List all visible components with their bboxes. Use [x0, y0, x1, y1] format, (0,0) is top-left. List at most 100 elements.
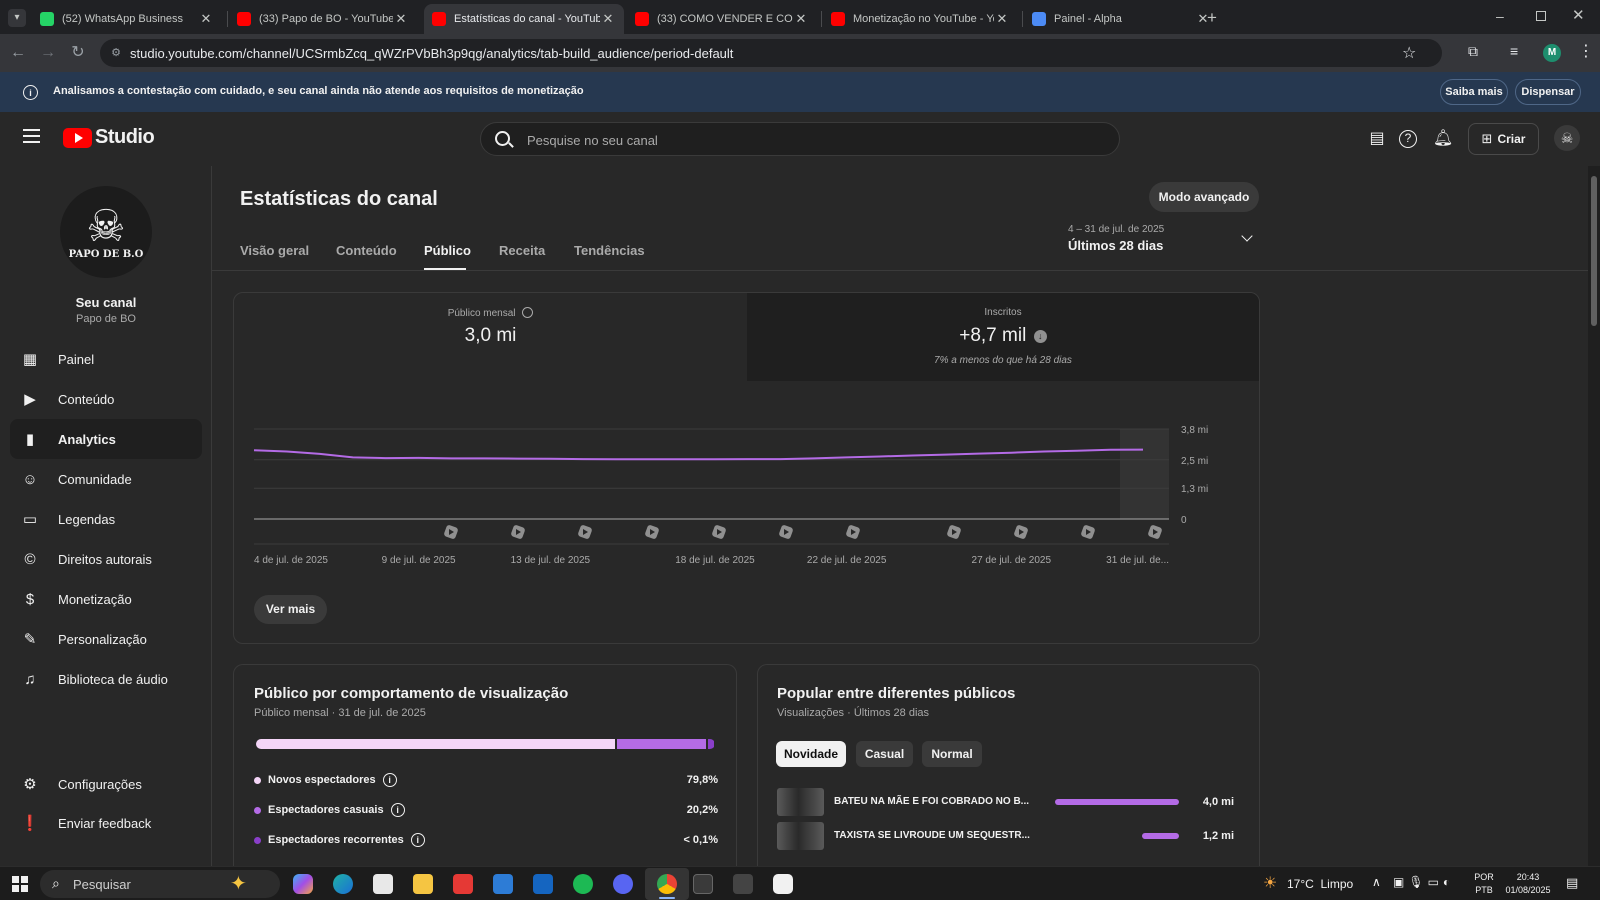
browser-tab-2[interactable]: Estatísticas do canal - YouTube ✕ [424, 4, 624, 34]
tab-close-icon[interactable]: ✕ [393, 11, 409, 27]
data-point[interactable] [581, 457, 586, 462]
metric-subscribers[interactable]: Inscritos +8,7 mil ↓ 7% a menos do que h… [747, 293, 1259, 381]
data-point[interactable] [877, 454, 882, 459]
video-upload-marker-icon[interactable] [711, 524, 726, 539]
data-point[interactable] [712, 457, 717, 462]
data-point[interactable] [548, 456, 553, 461]
learn-more-button[interactable]: Saiba mais [1440, 79, 1508, 105]
video-upload-marker-icon[interactable] [845, 524, 860, 539]
video-upload-marker-icon[interactable] [443, 524, 458, 539]
weather-text[interactable]: 17°C Limpo [1287, 877, 1353, 891]
tab-search-icon[interactable]: ▾ [8, 9, 26, 27]
edge-icon[interactable] [333, 874, 353, 894]
data-point[interactable] [416, 455, 421, 460]
taskbar-search-box[interactable]: ⌕ Pesquisar ✦ [40, 870, 280, 898]
browser-tab-4[interactable]: Monetização no YouTube - You ✕ [823, 4, 1018, 34]
browser-tab-0[interactable]: (52) WhatsApp Business ✕ [32, 4, 222, 34]
sidebar-item-subtitles[interactable]: ▭ Legendas [10, 499, 202, 539]
language-indicator[interactable]: POR PTB [1472, 871, 1496, 897]
info-icon[interactable]: i [410, 833, 425, 847]
studio-logo[interactable]: Studio [63, 126, 155, 149]
copilot-icon[interactable] [293, 874, 313, 894]
browser-menu-icon[interactable]: ⋮ [1578, 41, 1594, 61]
behavior-bar-segment[interactable] [705, 739, 715, 749]
bookmark-star-icon[interactable]: ☆ [1402, 43, 1416, 63]
clock[interactable]: 20:43 01/08/2025 [1500, 871, 1556, 897]
account-avatar[interactable]: ☠ [1554, 125, 1580, 151]
channel-search-input[interactable]: Pesquise no seu canal [480, 122, 1120, 156]
store-icon[interactable] [493, 874, 513, 894]
data-point[interactable] [778, 457, 783, 462]
data-point[interactable] [976, 451, 981, 456]
new-tab-icon[interactable]: + [1202, 8, 1222, 28]
audience-chip-1[interactable]: Casual [856, 741, 913, 767]
sidebar-item-community[interactable]: ☺ Comunidade [10, 459, 202, 499]
sidebar-item-analytics[interactable]: ▮ Analytics [10, 419, 202, 459]
channel-avatar[interactable]: ☠ PAPO DE B.O [60, 186, 152, 278]
video-upload-marker-icon[interactable] [778, 524, 793, 539]
data-point[interactable] [943, 452, 948, 457]
data-point[interactable] [811, 456, 816, 461]
audience-line-chart[interactable]: 3,8 mi 2,5 mi 1,3 mi 0 4 de jul. de 2025 9 de… [240, 410, 1220, 575]
tab-2[interactable]: Público [424, 243, 471, 258]
video-upload-marker-icon[interactable] [1013, 524, 1028, 539]
browser-tab-5[interactable]: Painel - Alpha ✕ [1024, 4, 1219, 34]
red-app-icon[interactable] [453, 874, 473, 894]
behavior-bar-segment[interactable] [256, 739, 615, 749]
data-point[interactable] [1009, 450, 1014, 455]
discord-icon[interactable] [613, 874, 633, 894]
capcut-icon[interactable] [773, 874, 793, 894]
video-upload-marker-icon[interactable] [1147, 524, 1162, 539]
sidebar-item-audio-library[interactable]: ♫ Biblioteca de áudio [10, 659, 202, 699]
tab-close-icon[interactable]: ✕ [793, 11, 809, 27]
weather-icon[interactable]: ☀ [1263, 873, 1277, 893]
behavior-bar-segment[interactable] [614, 739, 706, 749]
behavior-stacked-bar[interactable] [256, 739, 715, 749]
sidebar-item-monetization[interactable]: $ Monetização [10, 579, 202, 619]
extensions-icon[interactable]: ⧉ [1468, 43, 1486, 61]
data-point[interactable] [317, 451, 322, 456]
audience-chip-2[interactable]: Normal [922, 741, 982, 767]
tab-close-icon[interactable]: ✕ [600, 11, 616, 27]
video-upload-marker-icon[interactable] [577, 524, 592, 539]
data-point[interactable] [745, 457, 750, 462]
scrollbar-thumb[interactable] [1591, 176, 1597, 326]
video-upload-marker-icon[interactable] [946, 524, 961, 539]
advanced-mode-button[interactable]: Modo avançado [1149, 182, 1259, 212]
period-selector[interactable]: 4 – 31 de jul. de 2025 Últimos 28 dias [1068, 224, 1260, 256]
browser-tab-1[interactable]: (33) Papo de BO - YouTube ✕ [229, 4, 417, 34]
file-explorer-icon[interactable] [413, 874, 433, 894]
app-icon[interactable] [373, 874, 393, 894]
dismiss-button[interactable]: Dispensar [1515, 79, 1581, 105]
address-bar[interactable]: ⚙ studio.youtube.com/channel/UCSrmbZcq_q… [100, 39, 1442, 67]
data-point[interactable] [1042, 449, 1047, 454]
tray-icons[interactable]: ▣🎙︎▭◐ [1393, 875, 1454, 889]
browser-tab-3[interactable]: (33) COMO VENDER E COMPRAR✕ [627, 4, 817, 34]
media-controls-icon[interactable]: ≡ [1510, 43, 1528, 61]
forward-icon[interactable]: → [38, 43, 58, 63]
data-point[interactable] [449, 456, 454, 461]
create-button[interactable]: ⊞ Criar [1468, 123, 1539, 155]
popular-video-row[interactable]: BATEU NA MÃE E FOI COBRADO NO B... 4,0 mi [777, 788, 1234, 816]
messages-icon[interactable]: ▤ [1366, 128, 1388, 150]
site-info-icon[interactable]: ⚙ [109, 46, 123, 60]
data-point[interactable] [350, 455, 355, 460]
video-upload-marker-icon[interactable] [510, 524, 525, 539]
tab-3[interactable]: Receita [499, 243, 545, 258]
sidebar-item-content[interactable]: ▶ Conteúdo [10, 379, 202, 419]
help-icon[interactable]: ? [1399, 130, 1417, 148]
profile-avatar[interactable]: M [1543, 44, 1561, 62]
sidebar-item-dashboard[interactable]: ▦ Painel [10, 339, 202, 379]
tray-chevron-up-icon[interactable]: ∧ [1372, 875, 1381, 889]
outlook-icon[interactable] [533, 874, 553, 894]
data-point[interactable] [910, 453, 915, 458]
video-upload-marker-icon[interactable] [644, 524, 659, 539]
close-window-icon[interactable]: ✕ [1572, 6, 1585, 24]
audience-chip-0[interactable]: Novidade [776, 741, 846, 767]
sidebar-item-feedback[interactable]: ❗ Enviar feedback [10, 803, 202, 843]
hamburger-menu-icon[interactable] [23, 129, 40, 143]
reload-icon[interactable]: ↻ [68, 43, 88, 63]
data-point[interactable] [1075, 448, 1080, 453]
minimize-icon[interactable]: – [1496, 8, 1504, 24]
tab-close-icon[interactable]: ✕ [994, 11, 1010, 27]
